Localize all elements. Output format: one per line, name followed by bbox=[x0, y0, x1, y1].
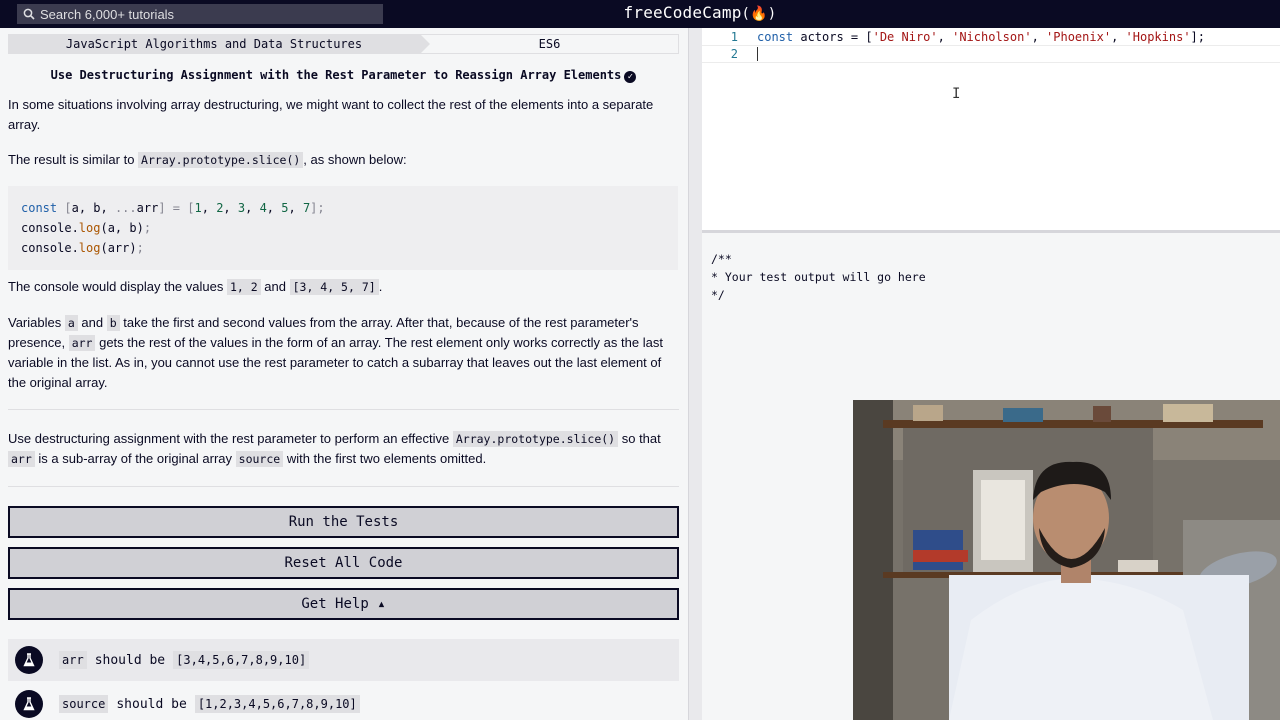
inline-code: source bbox=[235, 451, 284, 467]
challenge-title: Use Destructuring Assignment with the Re… bbox=[8, 68, 679, 83]
paragraph-variables: Variables a and b take the first and sec… bbox=[8, 313, 678, 393]
paragraph-slice: The result is similar to Array.prototype… bbox=[8, 150, 678, 170]
text: so that bbox=[618, 431, 661, 446]
editor-line-1[interactable]: 1 const actors = ['De Niro', 'Nicholson'… bbox=[702, 28, 1280, 46]
panel-resize-handle[interactable] bbox=[688, 28, 702, 720]
text: is a sub-array of the original array bbox=[34, 451, 236, 466]
flask-icon bbox=[15, 646, 43, 674]
code-editor[interactable]: 1 const actors = ['De Niro', 'Nicholson'… bbox=[702, 28, 1280, 230]
test-code: [3,4,5,6,7,8,9,10] bbox=[173, 651, 310, 669]
test-code: source bbox=[59, 695, 109, 713]
paragraph-intro: In some situations involving array destr… bbox=[8, 97, 654, 132]
get-help-button[interactable]: Get Help ▴ bbox=[8, 588, 679, 620]
flask-icon bbox=[15, 690, 43, 718]
inline-code: arr bbox=[68, 335, 96, 351]
text: The result is similar to bbox=[8, 152, 139, 167]
text: and bbox=[77, 315, 107, 330]
inline-code: arr bbox=[8, 451, 35, 467]
freecodecamp-logo[interactable]: freeCodeCamp(🔥) bbox=[0, 3, 1280, 22]
flame-icon: (🔥) bbox=[741, 6, 777, 22]
inline-code: [3, 4, 5, 7] bbox=[289, 279, 379, 295]
breadcrumb-superblock[interactable]: JavaScript Algorithms and Data Structure… bbox=[8, 34, 430, 54]
text: . bbox=[378, 279, 383, 294]
inline-code: a bbox=[64, 315, 78, 331]
test-code: arr bbox=[59, 651, 87, 669]
run-tests-button[interactable]: Run the Tests bbox=[8, 506, 679, 538]
text-cursor-icon: I bbox=[952, 86, 961, 102]
test-item: arr should be [3,4,5,6,7,8,9,10] bbox=[8, 639, 679, 681]
webcam-overlay bbox=[853, 400, 1280, 720]
text: Variables bbox=[8, 315, 65, 330]
webcam-feed bbox=[853, 400, 1280, 720]
line-number: 2 bbox=[730, 47, 738, 61]
example-code-block: const [a, b, ...arr] = [1, 2, 3, 4, 5, 7… bbox=[8, 186, 678, 270]
instructions-panel: JavaScript Algorithms and Data Structure… bbox=[0, 28, 688, 720]
code-line-3: console.log(arr); bbox=[21, 241, 144, 255]
inline-code: Array.prototype.slice() bbox=[452, 431, 619, 447]
test-text: should be bbox=[116, 696, 187, 712]
reset-code-button[interactable]: Reset All Code bbox=[8, 547, 679, 579]
editor-code[interactable]: const actors = ['De Niro', 'Nicholson', … bbox=[757, 30, 1205, 44]
code-line-2: console.log(a, b); bbox=[21, 221, 152, 235]
text: Use destructuring assignment with the re… bbox=[8, 431, 453, 446]
inline-code: 1, 2 bbox=[226, 279, 261, 295]
inline-code: b bbox=[106, 315, 120, 331]
line-number: 1 bbox=[730, 30, 738, 44]
test-item: source should be [1,2,3,4,5,6,7,8,9,10] bbox=[8, 683, 679, 720]
challenge-title-text: Use Destructuring Assignment with the Re… bbox=[50, 68, 622, 82]
test-text: should be bbox=[94, 652, 166, 668]
text: gets the rest of the values in the form … bbox=[8, 335, 663, 390]
divider-line bbox=[8, 409, 679, 410]
divider-line bbox=[8, 486, 679, 487]
completed-check-icon: ✓ bbox=[624, 71, 637, 83]
logo-text: freeCodeCamp bbox=[623, 3, 742, 22]
paragraph-instructions: Use destructuring assignment with the re… bbox=[8, 429, 678, 469]
code-line-1: const [a, b, ...arr] = [1, 2, 3, 4, 5, 7… bbox=[21, 201, 325, 215]
text: The console would display the values bbox=[8, 279, 227, 294]
test-code: [1,2,3,4,5,6,7,8,9,10] bbox=[194, 695, 360, 713]
text: and bbox=[260, 279, 290, 294]
editor-line-2[interactable]: 2 bbox=[702, 45, 1280, 63]
text: with the first two elements omitted. bbox=[283, 451, 487, 466]
editor-cursor[interactable] bbox=[757, 47, 758, 61]
top-navbar: freeCodeCamp(🔥) bbox=[0, 0, 1280, 28]
paragraph-console: The console would display the values 1, … bbox=[8, 277, 678, 297]
inline-code: Array.prototype.slice() bbox=[138, 152, 304, 168]
text: , as shown below: bbox=[303, 152, 407, 167]
breadcrumb-block[interactable]: ES6 bbox=[420, 34, 679, 54]
breadcrumb: JavaScript Algorithms and Data Structure… bbox=[8, 34, 679, 54]
